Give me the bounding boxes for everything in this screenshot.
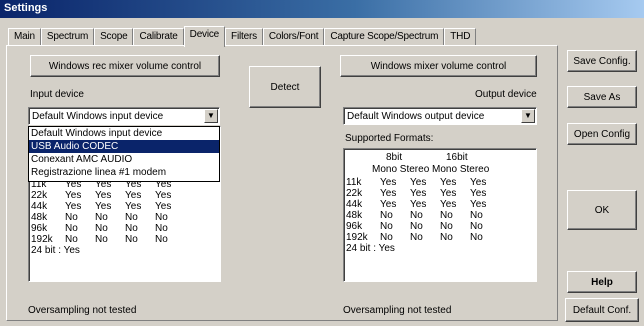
sample-rate: 48k <box>346 210 363 221</box>
sample-rate: 192k <box>346 232 368 243</box>
format-cell: No <box>470 232 483 243</box>
default-conf-button[interactable]: Default Conf. <box>565 298 639 322</box>
format-cell: No <box>65 223 78 234</box>
format-cell: No <box>410 221 423 232</box>
mixer-button[interactable]: Windows mixer volume control <box>340 55 537 77</box>
format-cell: No <box>470 210 483 221</box>
tab-main[interactable]: Main <box>8 28 41 46</box>
format-cell: No <box>95 212 108 223</box>
format-cell: No <box>65 212 78 223</box>
format-cell: No <box>155 223 168 234</box>
format-cell: No <box>380 210 393 221</box>
sample-rate: 192k <box>31 234 53 245</box>
input-formats-table: 11k Yes Yes Yes Yes 22k Yes Yes Yes Yes 44k Yes Yes Y… <box>31 179 191 269</box>
input-device-option[interactable]: USB Audio CODEC <box>29 140 219 153</box>
header-mono-stereo: Mono Stereo Mono Stereo <box>372 164 490 175</box>
open-config-button[interactable]: Open Config <box>567 123 637 145</box>
format-cell: Yes <box>440 188 457 199</box>
title-bar[interactable]: Settings <box>0 0 644 18</box>
sample-rate: 96k <box>346 221 363 232</box>
help-button[interactable]: Help <box>567 271 637 293</box>
format-cell: Yes <box>155 201 172 212</box>
rec-mixer-button[interactable]: Windows rec mixer volume control <box>30 55 220 77</box>
input-device-value: Default Windows input device <box>32 111 164 122</box>
input-device-dropdown[interactable]: Default Windows input device USB Audio CO… <box>28 126 220 182</box>
format-cell: Yes <box>65 190 82 201</box>
tab-colors-font[interactable]: Colors/Font <box>262 28 325 46</box>
format-cell: Yes <box>410 188 427 199</box>
sample-rate: 11k <box>346 177 362 188</box>
format-cell: Yes <box>410 177 427 188</box>
chevron-down-icon[interactable]: ▼ <box>204 109 218 123</box>
format-cell: No <box>155 234 168 245</box>
input-device-select[interactable]: Default Windows input device ▼ <box>28 107 220 125</box>
tab-capture-scope-spectrum[interactable]: Capture Scope/Spectrum <box>324 28 445 46</box>
output-device-label: Output device <box>475 89 537 100</box>
format-cell: Yes <box>440 177 457 188</box>
input-device-option[interactable]: Registrazione linea #1 modem <box>29 166 219 179</box>
format-cell: No <box>410 232 423 243</box>
header-16bit: 16bit <box>446 152 468 163</box>
output-formats-table: 8bit 16bit Mono Stereo Mono Stereo 11k Yes Ye… <box>346 152 521 277</box>
sample-rate: 22k <box>346 188 363 199</box>
format-cell: No <box>125 234 138 245</box>
output-device-select[interactable]: Default Windows output device ▼ <box>343 107 537 125</box>
format-cell: Yes <box>380 188 397 199</box>
format-cell: Yes <box>410 199 427 210</box>
sample-rate: 44k <box>346 199 363 210</box>
format-cell: No <box>95 223 108 234</box>
format-cell: No <box>65 234 78 245</box>
tab-filters[interactable]: Filters <box>225 28 263 46</box>
format-cell: No <box>125 212 138 223</box>
output-oversampling-status: Oversampling not tested <box>343 305 452 316</box>
sample-rate: 44k <box>31 201 48 212</box>
window-title: Settings <box>4 2 48 14</box>
format-cell: Yes <box>380 177 397 188</box>
tab-spectrum[interactable]: Spectrum <box>40 28 95 46</box>
format-cell: No <box>440 221 453 232</box>
sample-rate: 48k <box>31 212 48 223</box>
tab-strip: Main Spectrum Scope Calibrate Device Filters C… <box>8 26 477 47</box>
tab-thd[interactable]: THD <box>444 28 477 46</box>
ok-button[interactable]: OK <box>567 190 637 230</box>
sample-rate: 22k <box>31 190 48 201</box>
bit24-support: 24 bit : Yes <box>31 245 80 256</box>
format-cell: No <box>440 232 453 243</box>
tab-scope[interactable]: Scope <box>94 28 134 46</box>
format-cell: Yes <box>155 190 172 201</box>
format-cell: No <box>155 212 168 223</box>
format-cell: Yes <box>65 201 82 212</box>
tab-calibrate[interactable]: Calibrate <box>133 28 184 46</box>
format-cell: No <box>380 221 393 232</box>
sample-rate: 96k <box>31 223 48 234</box>
format-cell: No <box>410 210 423 221</box>
tab-device[interactable]: Device <box>183 26 226 47</box>
format-cell: No <box>380 232 393 243</box>
output-device-value: Default Windows output device <box>347 111 485 122</box>
format-cell: Yes <box>470 188 487 199</box>
chevron-down-icon[interactable]: ▼ <box>521 109 535 123</box>
format-cell: No <box>440 210 453 221</box>
header-8bit: 8bit <box>386 152 403 163</box>
format-cell: No <box>125 223 138 234</box>
format-cell: Yes <box>470 199 487 210</box>
format-cell: No <box>95 234 108 245</box>
format-cell: Yes <box>125 201 142 212</box>
input-device-option[interactable]: Default Windows input device <box>29 127 219 140</box>
supported-formats-label: Supported Formats: <box>345 133 434 144</box>
detect-button[interactable]: Detect <box>249 66 321 108</box>
save-config-button[interactable]: Save Config. <box>567 50 637 72</box>
save-as-button[interactable]: Save As <box>567 86 637 108</box>
format-cell: Yes <box>470 177 487 188</box>
input-device-option[interactable]: Conexant AMC AUDIO <box>29 153 219 166</box>
format-cell: Yes <box>440 199 457 210</box>
format-cell: Yes <box>95 190 112 201</box>
bit24-support: 24 bit : Yes <box>346 243 395 254</box>
format-cell: Yes <box>380 199 397 210</box>
input-oversampling-status: Oversampling not tested <box>28 305 137 316</box>
format-cell: No <box>470 221 483 232</box>
input-device-label: Input device <box>30 89 84 100</box>
format-cell: Yes <box>95 201 112 212</box>
format-cell: Yes <box>125 190 142 201</box>
